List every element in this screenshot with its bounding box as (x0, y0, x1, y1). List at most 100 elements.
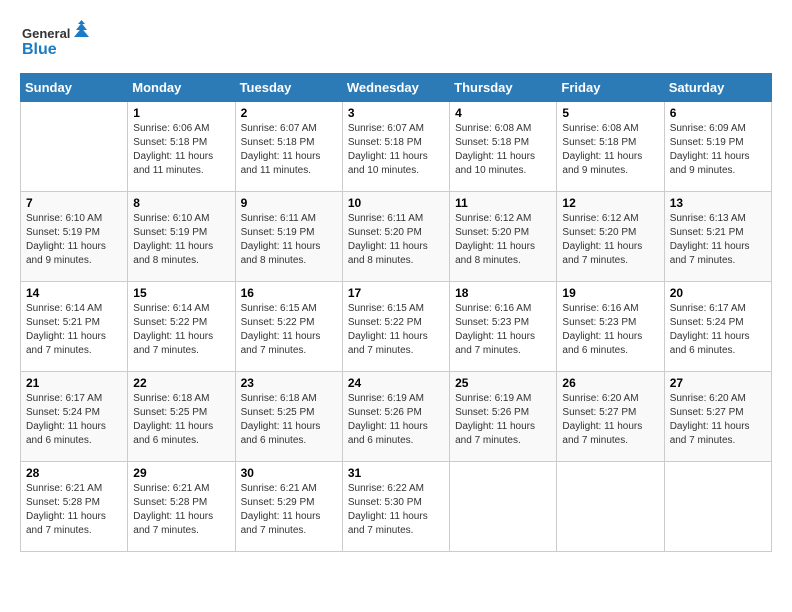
day-info: Sunrise: 6:16 AM Sunset: 5:23 PM Dayligh… (455, 302, 551, 358)
day-info: Sunrise: 6:08 AM Sunset: 5:18 PM Dayligh… (562, 122, 658, 178)
day-number: 3 (348, 106, 444, 120)
day-cell: 21 Sunrise: 6:17 AM Sunset: 5:24 PM Dayli… (21, 372, 128, 462)
day-number: 27 (670, 376, 766, 390)
calendar-table: SundayMondayTuesdayWednesdayThursdayFrid… (20, 73, 772, 552)
day-number: 29 (133, 466, 229, 480)
weekday-saturday: Saturday (664, 74, 771, 102)
day-info: Sunrise: 6:10 AM Sunset: 5:19 PM Dayligh… (133, 212, 229, 268)
day-info: Sunrise: 6:12 AM Sunset: 5:20 PM Dayligh… (455, 212, 551, 268)
day-cell: 27 Sunrise: 6:20 AM Sunset: 5:27 PM Dayli… (664, 372, 771, 462)
day-info: Sunrise: 6:21 AM Sunset: 5:28 PM Dayligh… (133, 482, 229, 538)
day-info: Sunrise: 6:06 AM Sunset: 5:18 PM Dayligh… (133, 122, 229, 178)
weekday-header-row: SundayMondayTuesdayWednesdayThursdayFrid… (21, 74, 772, 102)
svg-text:General: General (22, 26, 70, 41)
day-cell: 10Sunrise: 6:11 AM Sunset: 5:20 PM Dayli… (342, 192, 449, 282)
day-cell: 13Sunrise: 6:13 AM Sunset: 5:21 PM Dayli… (664, 192, 771, 282)
day-number: 21 (26, 376, 122, 390)
day-number: 9 (241, 196, 337, 210)
day-cell: 23 Sunrise: 6:18 AM Sunset: 5:25 PM Dayli… (235, 372, 342, 462)
day-number: 16 (241, 286, 337, 300)
day-number: 24 (348, 376, 444, 390)
day-number: 8 (133, 196, 229, 210)
day-cell: 17 Sunrise: 6:15 AM Sunset: 5:22 PM Dayli… (342, 282, 449, 372)
day-number: 6 (670, 106, 766, 120)
week-row-3: 14Sunrise: 6:14 AM Sunset: 5:21 PM Dayli… (21, 282, 772, 372)
weekday-friday: Friday (557, 74, 664, 102)
day-info: Sunrise: 6:14 AM Sunset: 5:22 PM Dayligh… (133, 302, 229, 358)
day-info: Sunrise: 6:19 AM Sunset: 5:26 PM Dayligh… (455, 392, 551, 448)
calendar-body: 1 Sunrise: 6:06 AM Sunset: 5:18 PM Daylig… (21, 102, 772, 552)
day-number: 1 (133, 106, 229, 120)
week-row-5: 28Sunrise: 6:21 AM Sunset: 5:28 PM Dayli… (21, 462, 772, 552)
day-cell: 4Sunrise: 6:08 AM Sunset: 5:18 PM Daylig… (450, 102, 557, 192)
day-number: 20 (670, 286, 766, 300)
day-cell: 18Sunrise: 6:16 AM Sunset: 5:23 PM Dayli… (450, 282, 557, 372)
day-cell: 12Sunrise: 6:12 AM Sunset: 5:20 PM Dayli… (557, 192, 664, 282)
day-number: 12 (562, 196, 658, 210)
day-number: 23 (241, 376, 337, 390)
day-info: Sunrise: 6:22 AM Sunset: 5:30 PM Dayligh… (348, 482, 444, 538)
day-info: Sunrise: 6:08 AM Sunset: 5:18 PM Dayligh… (455, 122, 551, 178)
day-info: Sunrise: 6:09 AM Sunset: 5:19 PM Dayligh… (670, 122, 766, 178)
day-cell: 29 Sunrise: 6:21 AM Sunset: 5:28 PM Dayli… (128, 462, 235, 552)
day-cell: 30 Sunrise: 6:21 AM Sunset: 5:29 PM Dayli… (235, 462, 342, 552)
day-number: 17 (348, 286, 444, 300)
weekday-monday: Monday (128, 74, 235, 102)
day-info: Sunrise: 6:10 AM Sunset: 5:19 PM Dayligh… (26, 212, 122, 268)
day-cell: 15 Sunrise: 6:14 AM Sunset: 5:22 PM Dayli… (128, 282, 235, 372)
day-info: Sunrise: 6:18 AM Sunset: 5:25 PM Dayligh… (133, 392, 229, 448)
day-cell: 25Sunrise: 6:19 AM Sunset: 5:26 PM Dayli… (450, 372, 557, 462)
day-info: Sunrise: 6:11 AM Sunset: 5:20 PM Dayligh… (348, 212, 444, 268)
day-cell: 9Sunrise: 6:11 AM Sunset: 5:19 PM Daylig… (235, 192, 342, 282)
day-cell: 26 Sunrise: 6:20 AM Sunset: 5:27 PM Dayli… (557, 372, 664, 462)
svg-text:Blue: Blue (22, 41, 57, 58)
day-cell: 28Sunrise: 6:21 AM Sunset: 5:28 PM Dayli… (21, 462, 128, 552)
weekday-thursday: Thursday (450, 74, 557, 102)
day-cell: 24 Sunrise: 6:19 AM Sunset: 5:26 PM Dayli… (342, 372, 449, 462)
day-info: Sunrise: 6:20 AM Sunset: 5:27 PM Dayligh… (562, 392, 658, 448)
day-info: Sunrise: 6:07 AM Sunset: 5:18 PM Dayligh… (241, 122, 337, 178)
day-number: 5 (562, 106, 658, 120)
day-cell: 14Sunrise: 6:14 AM Sunset: 5:21 PM Dayli… (21, 282, 128, 372)
day-info: Sunrise: 6:17 AM Sunset: 5:24 PM Dayligh… (26, 392, 122, 448)
week-row-4: 21 Sunrise: 6:17 AM Sunset: 5:24 PM Dayli… (21, 372, 772, 462)
weekday-wednesday: Wednesday (342, 74, 449, 102)
week-row-1: 1 Sunrise: 6:06 AM Sunset: 5:18 PM Daylig… (21, 102, 772, 192)
day-number: 31 (348, 466, 444, 480)
day-cell: 16 Sunrise: 6:15 AM Sunset: 5:22 PM Dayli… (235, 282, 342, 372)
day-number: 30 (241, 466, 337, 480)
day-cell: 6 Sunrise: 6:09 AM Sunset: 5:19 PM Daylig… (664, 102, 771, 192)
day-cell: 2 Sunrise: 6:07 AM Sunset: 5:18 PM Daylig… (235, 102, 342, 192)
day-info: Sunrise: 6:19 AM Sunset: 5:26 PM Dayligh… (348, 392, 444, 448)
day-info: Sunrise: 6:20 AM Sunset: 5:27 PM Dayligh… (670, 392, 766, 448)
day-cell (664, 462, 771, 552)
day-number: 22 (133, 376, 229, 390)
day-cell: 31 Sunrise: 6:22 AM Sunset: 5:30 PM Dayli… (342, 462, 449, 552)
day-cell: 8 Sunrise: 6:10 AM Sunset: 5:19 PM Daylig… (128, 192, 235, 282)
day-info: Sunrise: 6:18 AM Sunset: 5:25 PM Dayligh… (241, 392, 337, 448)
day-number: 2 (241, 106, 337, 120)
day-number: 15 (133, 286, 229, 300)
day-info: Sunrise: 6:15 AM Sunset: 5:22 PM Dayligh… (348, 302, 444, 358)
day-cell: 22 Sunrise: 6:18 AM Sunset: 5:25 PM Dayli… (128, 372, 235, 462)
day-info: Sunrise: 6:07 AM Sunset: 5:18 PM Dayligh… (348, 122, 444, 178)
weekday-sunday: Sunday (21, 74, 128, 102)
day-cell: 7 Sunrise: 6:10 AM Sunset: 5:19 PM Daylig… (21, 192, 128, 282)
day-info: Sunrise: 6:21 AM Sunset: 5:29 PM Dayligh… (241, 482, 337, 538)
day-cell: 19 Sunrise: 6:16 AM Sunset: 5:23 PM Dayli… (557, 282, 664, 372)
day-info: Sunrise: 6:15 AM Sunset: 5:22 PM Dayligh… (241, 302, 337, 358)
day-cell: 5 Sunrise: 6:08 AM Sunset: 5:18 PM Daylig… (557, 102, 664, 192)
day-number: 26 (562, 376, 658, 390)
day-info: Sunrise: 6:14 AM Sunset: 5:21 PM Dayligh… (26, 302, 122, 358)
day-cell: 1 Sunrise: 6:06 AM Sunset: 5:18 PM Daylig… (128, 102, 235, 192)
day-number: 19 (562, 286, 658, 300)
page-header: General Blue (20, 20, 772, 65)
day-cell (21, 102, 128, 192)
day-number: 7 (26, 196, 122, 210)
logo: General Blue (20, 20, 90, 65)
day-info: Sunrise: 6:16 AM Sunset: 5:23 PM Dayligh… (562, 302, 658, 358)
day-info: Sunrise: 6:17 AM Sunset: 5:24 PM Dayligh… (670, 302, 766, 358)
logo-svg: General Blue (20, 20, 90, 65)
day-info: Sunrise: 6:21 AM Sunset: 5:28 PM Dayligh… (26, 482, 122, 538)
weekday-tuesday: Tuesday (235, 74, 342, 102)
